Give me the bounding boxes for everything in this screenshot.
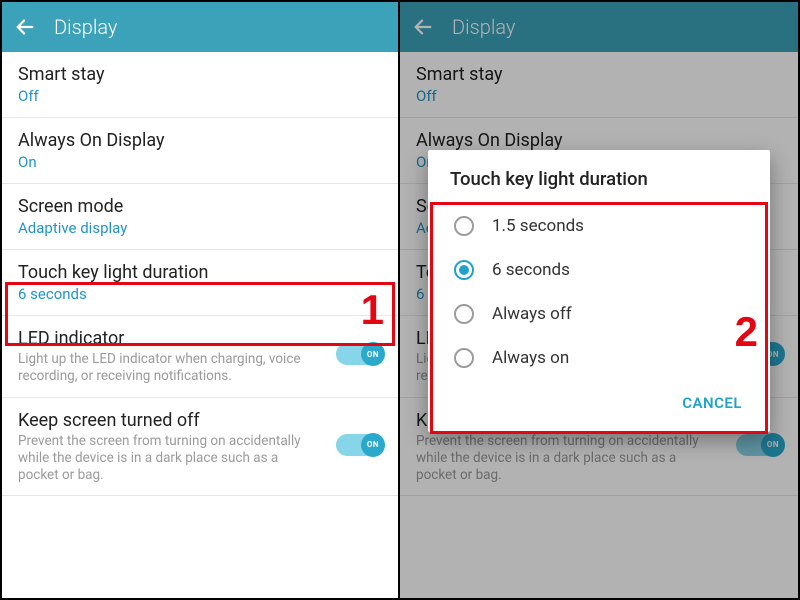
row-title: Always On Display [18, 130, 382, 151]
switch-label: ON [361, 433, 385, 457]
annotation-number-1: 1 [361, 286, 384, 334]
cancel-button[interactable]: CANCEL [674, 388, 750, 418]
row-touch-key-light-duration[interactable]: Touch key light duration 6 seconds [2, 250, 398, 316]
led-toggle[interactable]: ON [336, 343, 384, 369]
row-value: On [18, 153, 382, 171]
app-bar: Display [2, 2, 398, 52]
keep-off-toggle[interactable]: ON [336, 434, 384, 460]
row-description: Prevent the screen from turning on accid… [18, 433, 318, 484]
dialog-actions: CANCEL [428, 380, 770, 424]
row-title: Screen mode [18, 196, 382, 217]
radio-icon-checked [454, 260, 474, 280]
row-title: Keep screen turned off [18, 410, 382, 431]
row-description: Light up the LED indicator when charging… [18, 351, 318, 385]
settings-screen-step2: Display Smart stay Off Always On Display… [400, 2, 798, 598]
row-value: 6 seconds [18, 285, 382, 303]
option-6-seconds[interactable]: 6 seconds [428, 248, 770, 292]
settings-list: Smart stay Off Always On Display On Scre… [2, 52, 398, 598]
row-value: Off [18, 87, 382, 105]
row-screen-mode[interactable]: Screen mode Adaptive display [2, 184, 398, 250]
page-title: Display [54, 15, 117, 39]
option-label: 1.5 seconds [492, 216, 584, 236]
option-label: Always off [492, 304, 572, 324]
annotation-number-2: 2 [735, 308, 758, 356]
row-keep-screen-off[interactable]: Keep screen turned off Prevent the scree… [2, 398, 398, 497]
option-always-on[interactable]: Always on [428, 336, 770, 380]
back-icon[interactable] [14, 16, 36, 38]
settings-screen-step1: Display Smart stay Off Always On Display… [2, 2, 400, 598]
row-always-on-display[interactable]: Always On Display On [2, 118, 398, 184]
option-always-off[interactable]: Always off [428, 292, 770, 336]
row-title: Smart stay [18, 64, 382, 85]
option-label: Always on [492, 348, 569, 368]
switch-on[interactable]: ON [336, 434, 384, 456]
switch-label: ON [361, 342, 385, 366]
switch-on[interactable]: ON [336, 343, 384, 365]
row-value: Adaptive display [18, 219, 382, 237]
row-title: Touch key light duration [18, 262, 382, 283]
radio-icon [454, 304, 474, 324]
row-led-indicator[interactable]: LED indicator Light up the LED indicator… [2, 316, 398, 398]
option-1-5-seconds[interactable]: 1.5 seconds [428, 204, 770, 248]
row-title: LED indicator [18, 328, 382, 349]
dialog-title: Touch key light duration [428, 168, 770, 204]
touch-key-duration-dialog: Touch key light duration 1.5 seconds 6 s… [428, 150, 770, 432]
radio-icon [454, 216, 474, 236]
radio-icon [454, 348, 474, 368]
row-smart-stay[interactable]: Smart stay Off [2, 52, 398, 118]
option-label: 6 seconds [492, 260, 570, 280]
